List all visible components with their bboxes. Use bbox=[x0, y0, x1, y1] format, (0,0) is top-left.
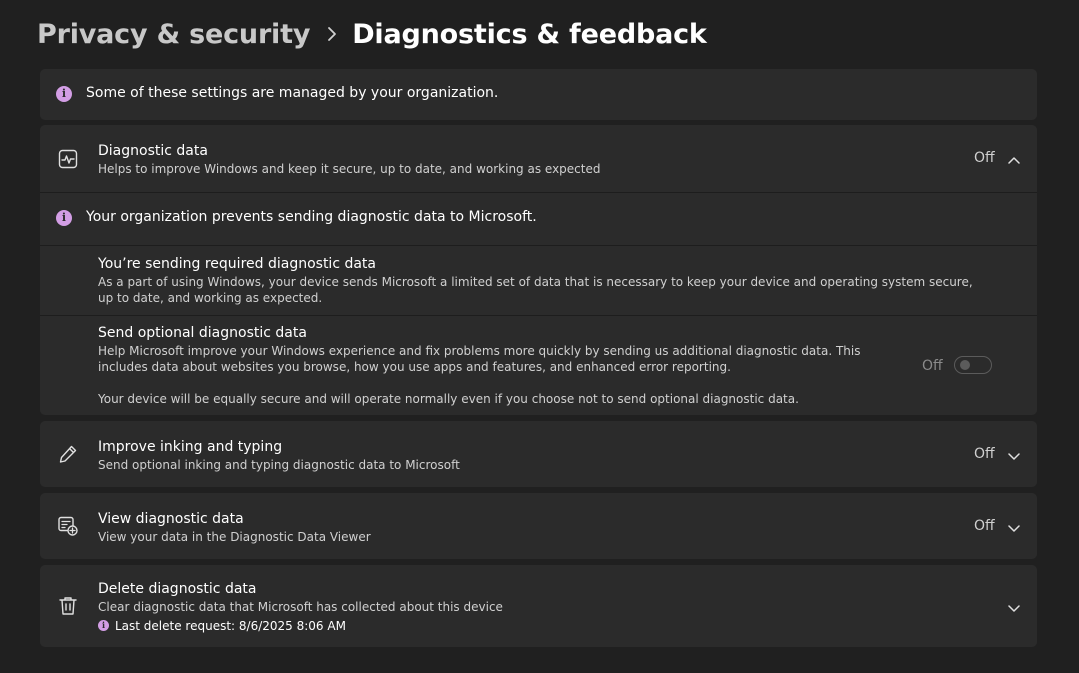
diagnostic-data-state: Off bbox=[974, 150, 995, 166]
required-data-title: You’re sending required diagnostic data bbox=[98, 256, 377, 272]
chevron-down-icon[interactable] bbox=[1007, 448, 1021, 462]
optional-data-toggle[interactable] bbox=[954, 356, 992, 374]
view-diagnostic-data-state: Off bbox=[974, 518, 995, 534]
optional-data-toggle-label: Off bbox=[922, 358, 943, 374]
info-icon: i bbox=[98, 620, 109, 631]
page-title: Diagnostics & feedback bbox=[352, 18, 707, 50]
diagnostic-data-title: Diagnostic data bbox=[98, 143, 208, 159]
breadcrumb: Privacy & security Diagnostics & feedbac… bbox=[37, 14, 707, 54]
inking-typing-title: Improve inking and typing bbox=[98, 439, 283, 455]
view-diagnostic-data-description: View your data in the Diagnostic Data Vi… bbox=[98, 530, 371, 544]
chevron-right-icon bbox=[326, 26, 338, 42]
info-icon: i bbox=[56, 210, 72, 226]
inking-typing-description: Send optional inking and typing diagnost… bbox=[98, 458, 460, 472]
view-diagnostic-data-card[interactable]: View diagnostic data View your data in t… bbox=[40, 493, 1037, 559]
toggle-knob bbox=[960, 360, 970, 370]
required-data-description: As a part of using Windows, your device … bbox=[98, 275, 973, 305]
trash-icon bbox=[57, 595, 79, 617]
delete-diagnostic-data-card[interactable]: Delete diagnostic data Clear diagnostic … bbox=[40, 565, 1037, 647]
last-delete-request: Last delete request: 8/6/2025 8:06 AM bbox=[115, 619, 346, 633]
optional-data-row: Send optional diagnostic data Help Micro… bbox=[40, 316, 1037, 415]
optional-data-title: Send optional diagnostic data bbox=[98, 325, 307, 341]
org-managed-banner: i Some of these settings are managed by … bbox=[40, 69, 1037, 120]
diagnostic-data-header[interactable]: Diagnostic data Helps to improve Windows… bbox=[40, 125, 1037, 192]
org-prevents-text: Your organization prevents sending diagn… bbox=[86, 209, 537, 225]
chevron-up-icon[interactable] bbox=[1007, 152, 1021, 166]
info-icon: i bbox=[56, 86, 72, 102]
breadcrumb-parent[interactable]: Privacy & security bbox=[37, 19, 310, 50]
delete-diagnostic-data-title: Delete diagnostic data bbox=[98, 581, 257, 597]
inking-typing-card[interactable]: Improve inking and typing Send optional … bbox=[40, 421, 1037, 487]
heart-pulse-icon bbox=[57, 148, 79, 170]
settings-page: Privacy & security Diagnostics & feedbac… bbox=[0, 0, 1079, 673]
diagnostic-data-description: Helps to improve Windows and keep it sec… bbox=[98, 162, 601, 176]
required-data-row: You’re sending required diagnostic data … bbox=[40, 246, 1037, 314]
data-viewer-icon bbox=[57, 515, 79, 537]
optional-data-description: Help Microsoft improve your Windows expe… bbox=[98, 344, 861, 374]
org-prevents-notice: i Your organization prevents sending dia… bbox=[40, 193, 1037, 245]
diagnostic-data-expander: Diagnostic data Helps to improve Windows… bbox=[40, 125, 1037, 415]
chevron-down-icon[interactable] bbox=[1007, 600, 1021, 614]
view-diagnostic-data-title: View diagnostic data bbox=[98, 511, 244, 527]
delete-diagnostic-data-description: Clear diagnostic data that Microsoft has… bbox=[98, 600, 503, 614]
org-managed-text: Some of these settings are managed by yo… bbox=[86, 85, 499, 101]
inking-typing-state: Off bbox=[974, 446, 995, 462]
chevron-down-icon[interactable] bbox=[1007, 520, 1021, 534]
pen-icon bbox=[57, 443, 79, 465]
optional-data-note: Your device will be equally secure and w… bbox=[98, 392, 799, 406]
